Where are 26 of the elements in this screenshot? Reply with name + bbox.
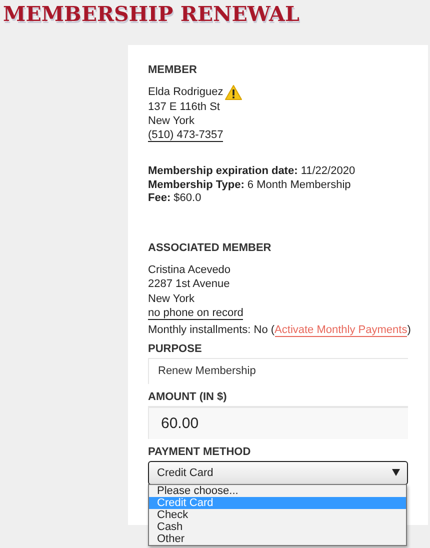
section-heading: MEMBER bbox=[148, 64, 198, 76]
phone-link[interactable]: (510) 473-7357 bbox=[148, 129, 224, 142]
field-label: PAYMENT METHOD bbox=[148, 446, 252, 458]
amount-field[interactable]: 60.00 bbox=[148, 406, 408, 438]
dropdown-option[interactable]: Check bbox=[149, 508, 406, 520]
purpose-field[interactable]: Renew Membership bbox=[148, 358, 408, 384]
address-text: 137 E 116th St bbox=[148, 100, 220, 113]
membership-detail: Fee: $60.0 bbox=[148, 192, 202, 206]
membership-detail: Membership Type: 6 Month Membership bbox=[148, 178, 352, 192]
member-name: Elda Rodriguez bbox=[148, 86, 224, 98]
dropdown-option[interactable]: Cash bbox=[149, 520, 406, 532]
field-label: PURPOSE bbox=[148, 342, 203, 354]
phone-link[interactable]: no phone on record bbox=[148, 306, 244, 320]
city-text: New York bbox=[148, 115, 194, 128]
section-heading: ASSOCIATED MEMBER bbox=[148, 242, 272, 254]
payment-method-select[interactable]: Credit Card bbox=[148, 460, 408, 484]
installments-text: Monthly installments: No (Activate Monthly Payments) bbox=[148, 324, 411, 336]
dropdown-option[interactable]: Please choose... bbox=[149, 484, 406, 496]
field-label: AMOUNT (IN $) bbox=[148, 390, 228, 402]
city-text: New York bbox=[148, 292, 194, 305]
caret-icon bbox=[392, 469, 400, 476]
membership-detail: Membership expiration date: 11/22/2020 bbox=[148, 165, 356, 178]
page-title: MEMBERSHIP RENEWAL bbox=[2, 1, 300, 26]
dropdown-option[interactable]: Other bbox=[149, 532, 406, 544]
address-text: 2287 1st Avenue bbox=[148, 278, 230, 290]
member-name: Cristina Acevedo bbox=[148, 264, 231, 276]
